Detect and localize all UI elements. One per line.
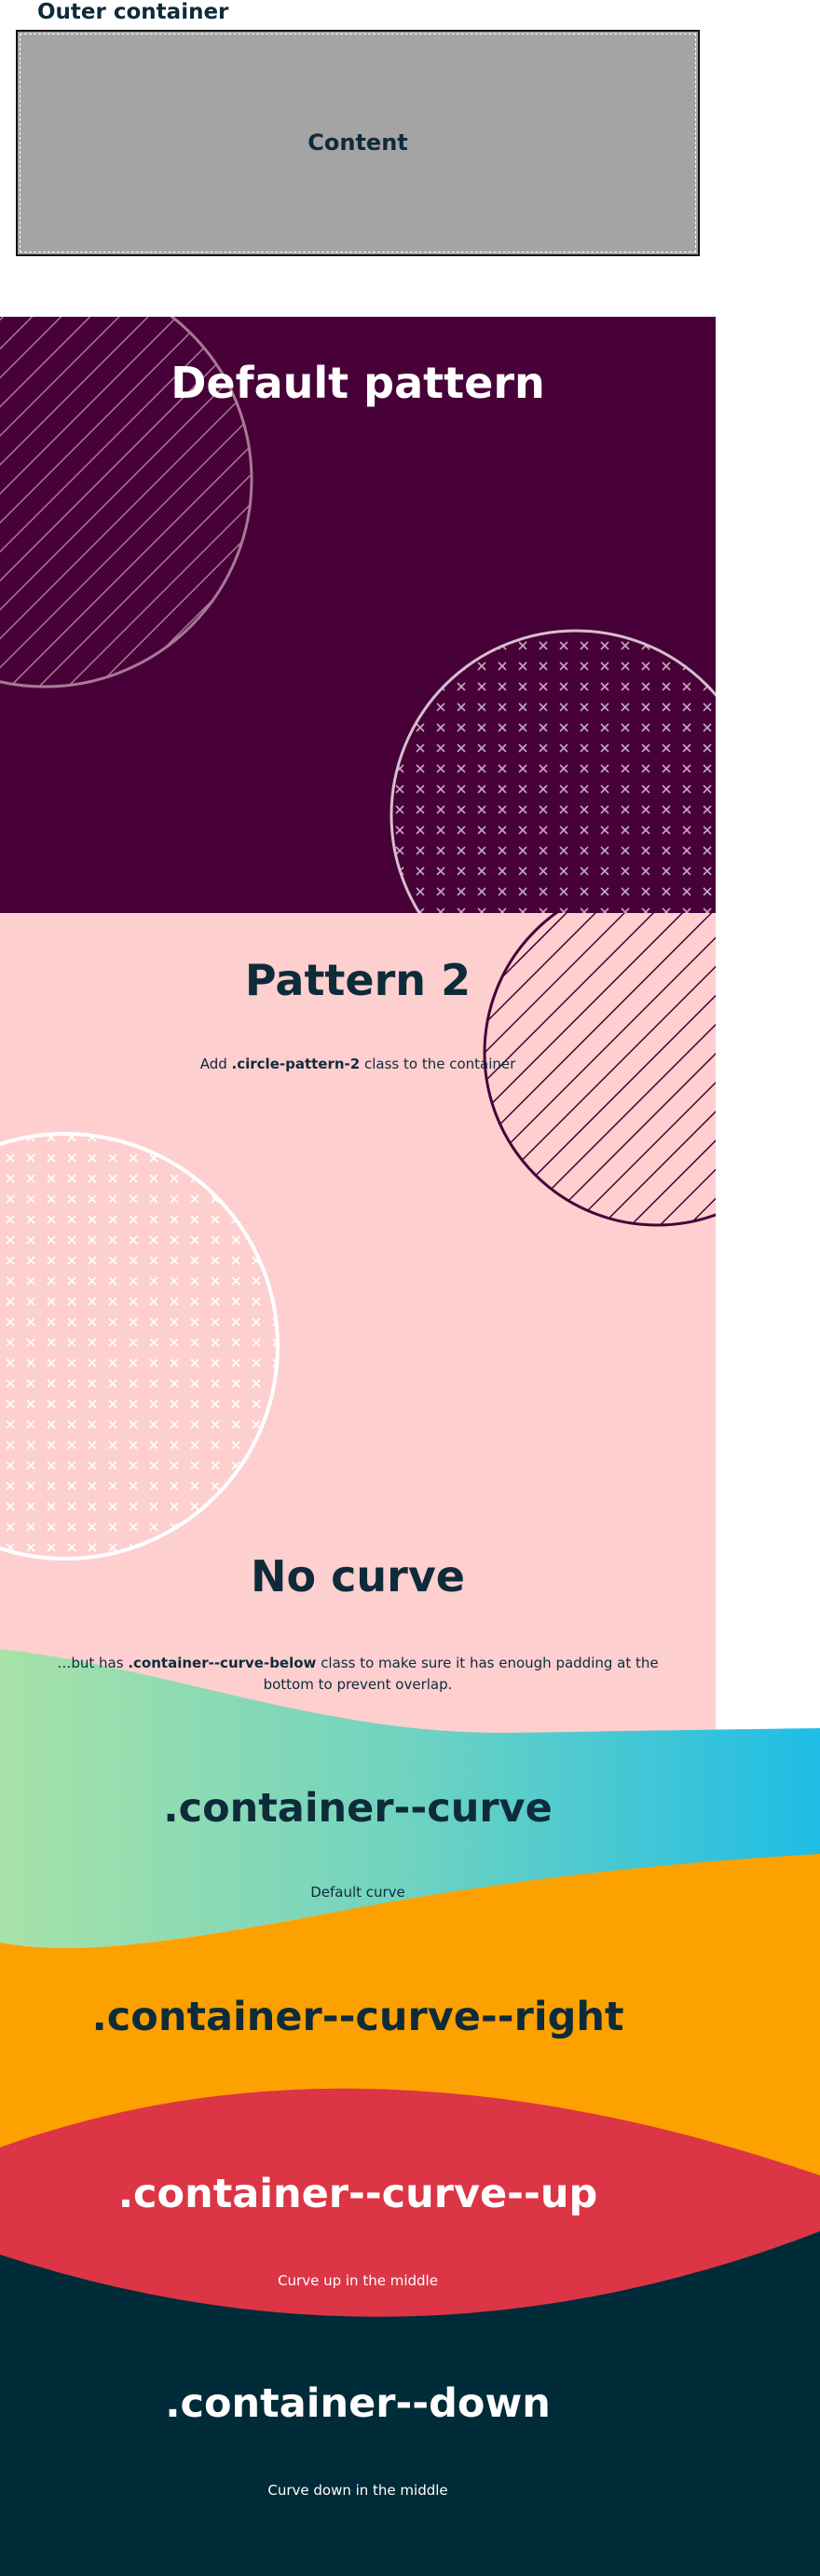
down-title: .container--down bbox=[165, 2380, 551, 2427]
curve-right-title: .container--curve--right bbox=[91, 1994, 624, 2040]
curve-title: .container--curve bbox=[163, 1785, 553, 1832]
no-curve-title: No curve bbox=[251, 1551, 465, 1601]
default-pattern-title: Default pattern bbox=[171, 358, 545, 408]
pattern-2-description: Add .circle-pattern-2 class to the conta… bbox=[199, 1056, 516, 1072]
hatched-circle-dark bbox=[483, 913, 716, 1227]
curve-up-title: .container--curve--up bbox=[117, 2171, 598, 2217]
pattern-2-title: Pattern 2 bbox=[244, 955, 472, 1005]
down-description: Curve down in the middle bbox=[267, 2482, 448, 2499]
no-curve-description: …but has .container--curve-below class t… bbox=[57, 1655, 659, 1693]
curve-up-description: Curve up in the middle bbox=[278, 2272, 438, 2289]
curve-description: Default curve bbox=[310, 1884, 405, 1901]
